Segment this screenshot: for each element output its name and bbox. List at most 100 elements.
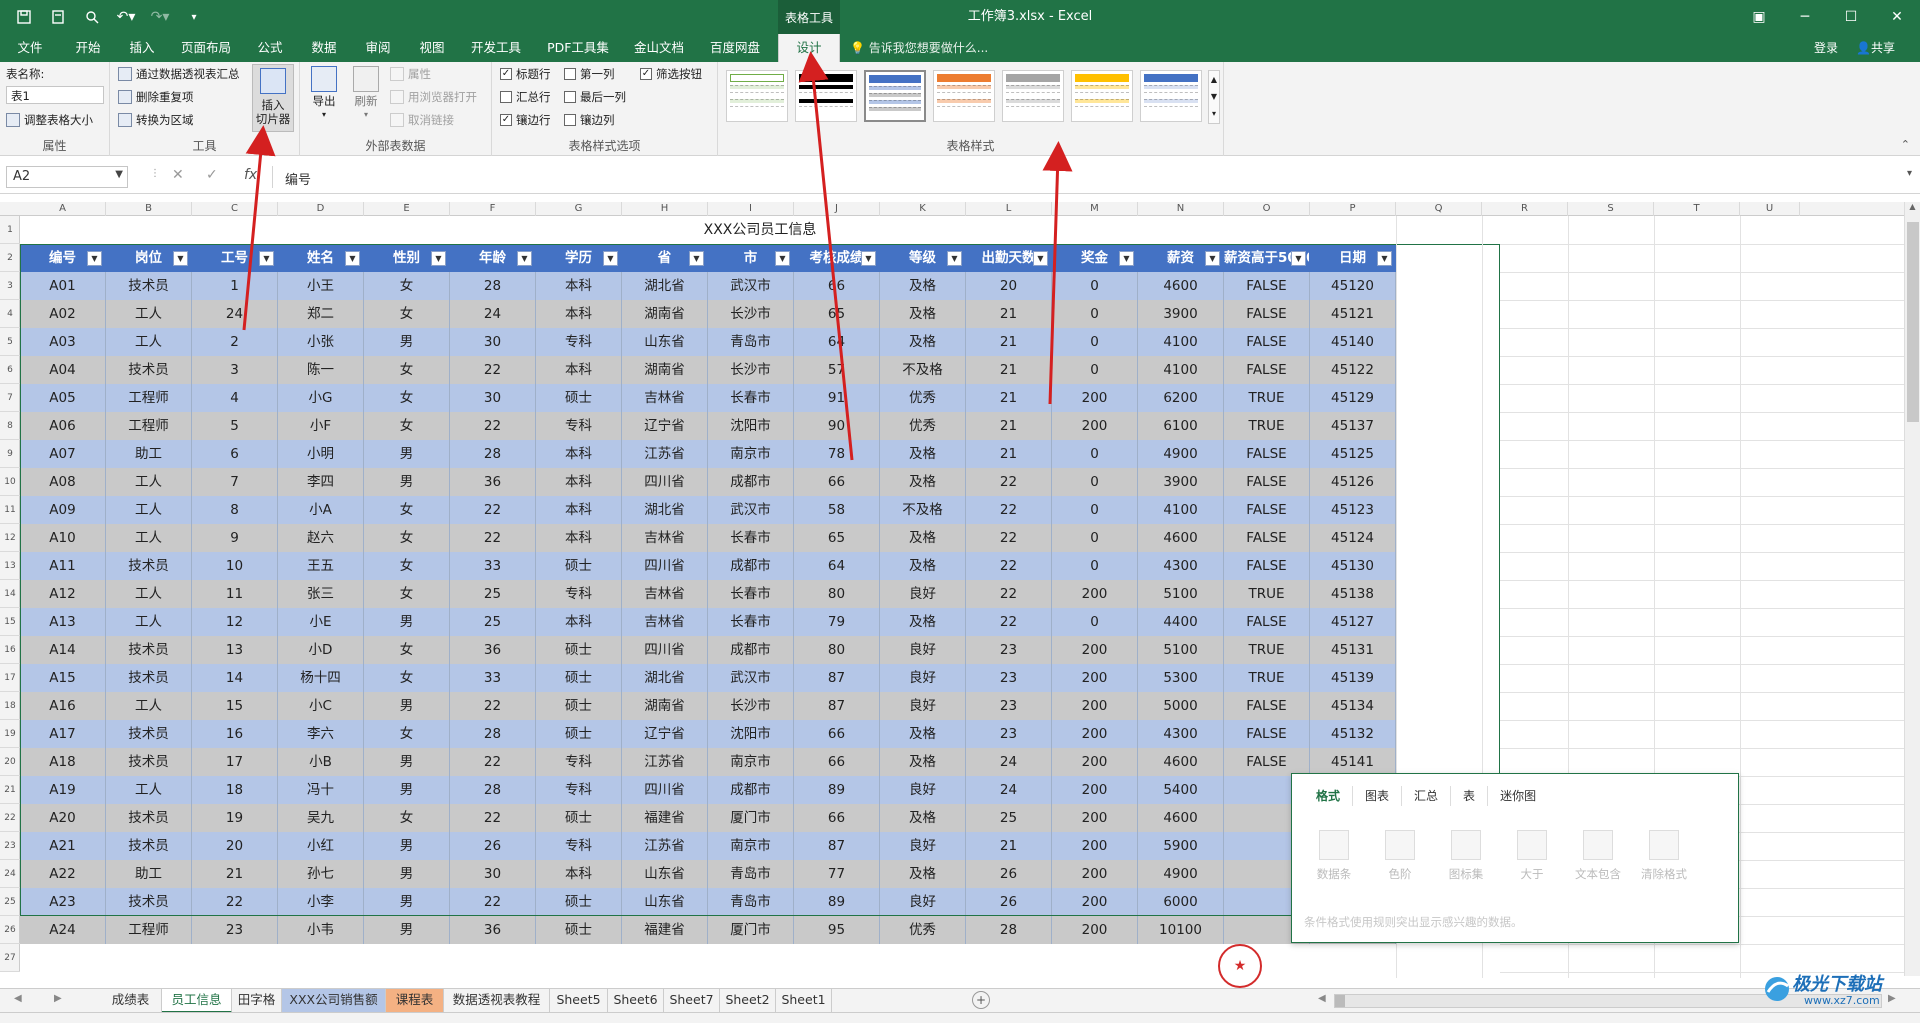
table-cell[interactable]: A20 [20,804,106,832]
table-cell[interactable]: A03 [20,328,106,356]
row-header[interactable]: 25 [0,888,20,916]
table-cell[interactable]: 4900 [1138,440,1224,468]
qa-item-clear-format[interactable]: 清除格式 [1634,830,1694,882]
column-header[interactable]: T [1654,202,1740,216]
row-header[interactable]: 16 [0,636,20,664]
zoom-preview-icon[interactable] [78,6,106,28]
table-cell[interactable]: 吉林省 [622,608,708,636]
table-cell[interactable]: 及格 [880,440,966,468]
qa-tab-totals[interactable]: 汇总 [1402,786,1452,806]
table-cell[interactable]: 湖南省 [622,300,708,328]
column-header[interactable]: H [622,202,708,216]
table-cell[interactable]: 小红 [278,832,364,860]
table-cell[interactable]: 11 [192,580,278,608]
table-cell[interactable]: 男 [364,832,450,860]
column-header[interactable]: P [1310,202,1396,216]
table-cell[interactable]: 200 [1052,384,1138,412]
table-cell[interactable]: 4600 [1138,748,1224,776]
table-cell[interactable]: 4100 [1138,496,1224,524]
column-header[interactable]: S [1568,202,1654,216]
column-header[interactable]: O [1224,202,1310,216]
table-cell[interactable]: 66 [794,804,880,832]
table-cell[interactable]: 28 [450,272,536,300]
table-cell[interactable]: 3 [192,356,278,384]
table-cell[interactable]: 65 [794,300,880,328]
column-header[interactable]: I [708,202,794,216]
table-cell[interactable]: 良好 [880,692,966,720]
table-cell[interactable]: A15 [20,664,106,692]
table-cell[interactable]: A06 [20,412,106,440]
sheet-tab[interactable]: XXX公司销售额 [282,989,386,1013]
minimize-icon[interactable]: ─ [1782,0,1828,34]
last-column-checkbox[interactable]: 最后一列 [564,89,626,105]
table-cell[interactable]: 硕士 [536,664,622,692]
table-cell[interactable]: 王五 [278,552,364,580]
table-cell[interactable]: 技术员 [106,888,192,916]
table-cell[interactable]: 冯十 [278,776,364,804]
table-cell[interactable]: 22 [966,524,1052,552]
table-cell[interactable]: 45121 [1310,300,1396,328]
table-cell[interactable]: 赵六 [278,524,364,552]
filter-dropdown-icon[interactable]: ▼ [1291,251,1306,266]
table-title[interactable]: XXX公司员工信息 [20,216,1500,244]
table-cell[interactable]: 25 [450,580,536,608]
sheet-tab[interactable]: Sheet2 [720,989,776,1013]
column-header[interactable]: Q [1396,202,1482,216]
table-cell[interactable]: 工人 [106,468,192,496]
share-button[interactable]: 👤共享 [1856,34,1895,62]
sheet-tab[interactable]: 课程表 [386,989,444,1013]
table-cell[interactable]: FALSE [1224,608,1310,636]
table-cell[interactable]: 小C [278,692,364,720]
table-cell[interactable]: 66 [794,272,880,300]
table-cell[interactable]: 3900 [1138,468,1224,496]
table-cell[interactable]: 22 [450,412,536,440]
table-cell[interactable]: 吉林省 [622,524,708,552]
table-cell[interactable]: 3900 [1138,300,1224,328]
row-header[interactable]: 11 [0,496,20,524]
table-cell[interactable]: 长春市 [708,608,794,636]
table-cell[interactable]: 22 [192,888,278,916]
table-cell[interactable]: 45138 [1310,580,1396,608]
table-cell[interactable]: 22 [966,468,1052,496]
table-cell[interactable]: A08 [20,468,106,496]
table-cell[interactable]: 20 [966,272,1052,300]
table-style-swatch-black[interactable] [795,70,857,122]
table-cell[interactable]: 辽宁省 [622,412,708,440]
column-header[interactable]: B [106,202,192,216]
table-cell[interactable]: 长沙市 [708,300,794,328]
header-cell[interactable]: 性别 ▼ [364,244,450,272]
table-cell[interactable]: A05 [20,384,106,412]
table-cell[interactable]: 男 [364,916,450,944]
filter-dropdown-icon[interactable]: ▼ [603,251,618,266]
table-cell[interactable]: 9 [192,524,278,552]
column-header[interactable]: R [1482,202,1568,216]
tab-scroll-right-icon[interactable]: ▶ [54,993,62,1004]
close-icon[interactable]: ✕ [1874,0,1920,34]
tab-pdf-tools[interactable]: PDF工具集 [542,34,614,62]
table-cell[interactable]: 女 [364,272,450,300]
tab-insert[interactable]: 插入 [124,34,160,62]
convert-to-range-button[interactable]: 转换为区域 [118,112,194,128]
table-cell[interactable]: 女 [364,384,450,412]
table-cell[interactable]: 小明 [278,440,364,468]
table-cell[interactable]: 30 [450,328,536,356]
table-cell[interactable]: 26 [966,888,1052,916]
table-cell[interactable]: FALSE [1224,748,1310,776]
table-cell[interactable]: 专科 [536,748,622,776]
remove-duplicates-button[interactable]: 删除重复项 [118,89,194,105]
table-cell[interactable]: TRUE [1224,580,1310,608]
table-cell[interactable]: 30 [450,384,536,412]
sheet-tab[interactable]: 田字格 [232,989,282,1013]
table-cell[interactable]: 87 [794,832,880,860]
table-cell[interactable]: A13 [20,608,106,636]
table-cell[interactable]: 男 [364,608,450,636]
table-cell[interactable]: 4600 [1138,272,1224,300]
table-cell[interactable]: 及格 [880,328,966,356]
table-cell[interactable]: 45125 [1310,440,1396,468]
table-cell[interactable]: 良好 [880,832,966,860]
table-cell[interactable]: 本科 [536,608,622,636]
table-cell[interactable]: A09 [20,496,106,524]
table-cell[interactable]: 及格 [880,608,966,636]
table-cell[interactable]: 6100 [1138,412,1224,440]
filter-dropdown-icon[interactable]: ▼ [1205,251,1220,266]
